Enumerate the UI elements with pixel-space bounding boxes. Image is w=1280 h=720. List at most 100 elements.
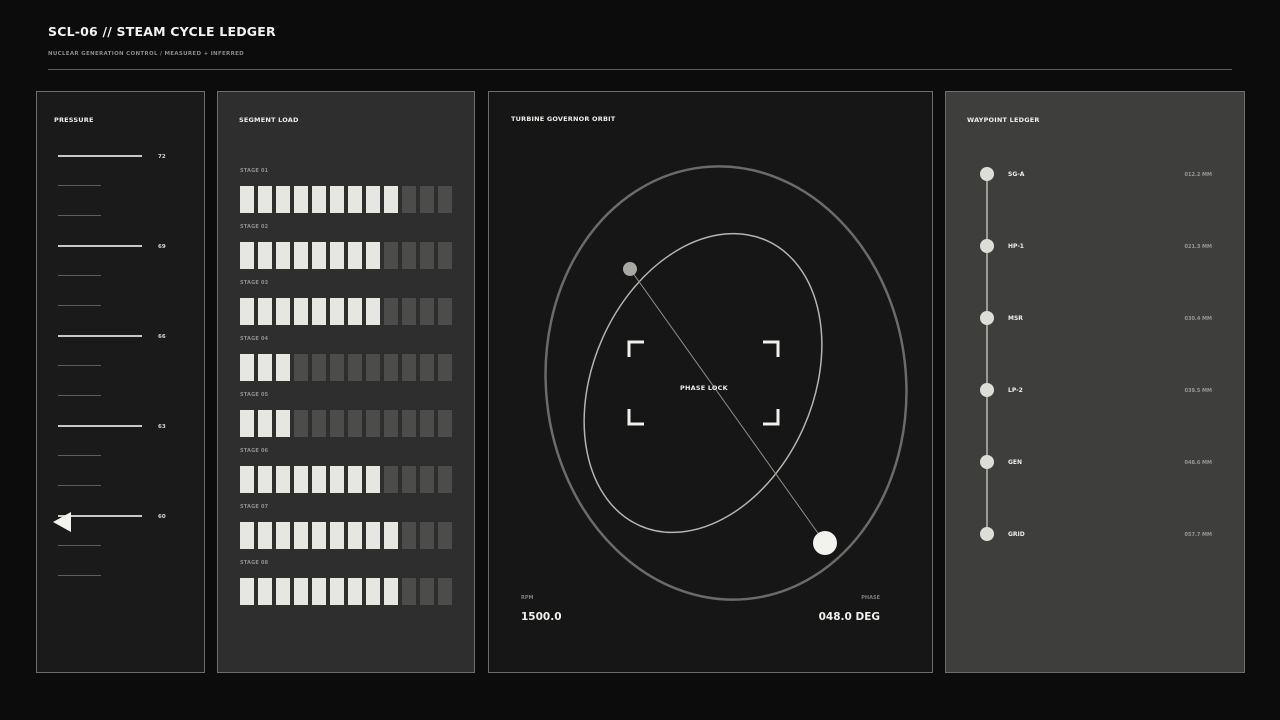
waypoint-node-icon[interactable] <box>980 311 994 325</box>
waypoint-value: 030.4 MM <box>1184 316 1212 322</box>
waypoint-value: 057.7 MM <box>1184 532 1212 538</box>
segment-cell-active <box>294 466 308 493</box>
segment-cell-active <box>240 466 254 493</box>
segment-cell-active <box>240 186 254 213</box>
segment-cell-active <box>276 354 290 381</box>
segment-cell-inactive <box>420 242 434 269</box>
segment-cell-active <box>348 466 362 493</box>
pressure-pointer-icon[interactable] <box>53 512 71 532</box>
segment-cell-inactive <box>402 242 416 269</box>
segment-cell-active <box>258 578 272 605</box>
pressure-minor-tick <box>58 185 101 186</box>
stage-label: STAGE 06 <box>240 448 269 454</box>
segment-cell-active <box>330 522 344 549</box>
stage-label: STAGE 01 <box>240 168 269 174</box>
segment-load-title: SEGMENT LOAD <box>239 116 299 124</box>
segment-cell-active <box>312 242 326 269</box>
orbit-start-node-icon <box>623 262 637 276</box>
segment-cell-active <box>240 522 254 549</box>
segment-cell-inactive <box>384 298 398 325</box>
segment-cell-active <box>276 410 290 437</box>
segment-cell-active <box>240 298 254 325</box>
segment-cell-active <box>258 354 272 381</box>
segment-cell-inactive <box>438 466 452 493</box>
pressure-minor-tick <box>58 395 101 396</box>
waypoint-ledger-panel: WAYPOINT LEDGER SG-A 012.2 MM HP-1 021.3 MM… <box>945 91 1245 673</box>
pressure-panel: PRESSURE 72 69 66 63 60 <box>36 91 205 673</box>
segment-cell-active <box>312 186 326 213</box>
segment-cell-active <box>312 578 326 605</box>
segment-cell-inactive <box>402 186 416 213</box>
segment-cell-active <box>294 522 308 549</box>
segment-cell-active <box>384 522 398 549</box>
segment-cell-active <box>294 578 308 605</box>
pressure-tick-label: 60 <box>158 514 166 520</box>
segment-cell-inactive <box>402 522 416 549</box>
segment-cell-inactive <box>402 578 416 605</box>
segment-cell-inactive <box>294 410 308 437</box>
segment-cell-inactive <box>420 466 434 493</box>
waypoint-value: 039.5 MM <box>1184 388 1212 394</box>
segment-cell-inactive <box>438 578 452 605</box>
segment-cell-active <box>348 298 362 325</box>
segment-cell-active <box>348 186 362 213</box>
waypoint-name: GEN <box>1008 459 1023 466</box>
waypoint-name: HP-1 <box>1008 243 1024 250</box>
segment-cell-active <box>294 298 308 325</box>
segment-cell-inactive <box>420 186 434 213</box>
segment-cell-active <box>330 466 344 493</box>
waypoint-name: SG-A <box>1008 171 1025 178</box>
segment-cell-active <box>330 298 344 325</box>
phase-lock-label: PHASE LOCK <box>680 384 728 392</box>
waypoint-node-icon[interactable] <box>980 167 994 181</box>
waypoint-node-icon[interactable] <box>980 455 994 469</box>
stage-label: STAGE 07 <box>240 504 269 510</box>
segment-cell-active <box>312 298 326 325</box>
segment-cell-active <box>276 298 290 325</box>
segment-cell-inactive <box>420 298 434 325</box>
segment-cell-active <box>258 242 272 269</box>
governor-orbit-diagram <box>544 165 908 601</box>
pressure-major-tick <box>58 155 142 157</box>
stage-label: STAGE 05 <box>240 392 269 398</box>
pressure-minor-tick <box>58 275 101 276</box>
segment-cell-active <box>366 522 380 549</box>
segment-cell-active <box>240 578 254 605</box>
segment-cell-active <box>366 298 380 325</box>
pressure-minor-tick <box>58 215 101 216</box>
segment-cell-inactive <box>420 522 434 549</box>
segment-cell-inactive <box>438 242 452 269</box>
segment-cell-active <box>366 466 380 493</box>
segment-cell-inactive <box>384 354 398 381</box>
rpm-value: 1500.0 <box>521 611 562 623</box>
segment-cell-inactive <box>384 410 398 437</box>
segment-cell-active <box>294 242 308 269</box>
segment-cell-active <box>258 186 272 213</box>
outer-orbit-ring <box>544 165 908 601</box>
pressure-major-tick <box>58 425 142 427</box>
segment-cell-active <box>258 466 272 493</box>
segment-cell-inactive <box>402 466 416 493</box>
waypoint-name: LP-2 <box>1008 387 1023 394</box>
segment-cell-active <box>348 522 362 549</box>
segment-cell-inactive <box>384 466 398 493</box>
waypoint-node-icon[interactable] <box>980 527 994 541</box>
waypoint-node-icon[interactable] <box>980 239 994 253</box>
waypoint-value: 021.3 MM <box>1184 244 1212 250</box>
pressure-tick-label: 69 <box>158 244 166 250</box>
segment-cell-active <box>258 522 272 549</box>
segment-cell-active <box>348 578 362 605</box>
segment-cell-inactive <box>330 354 344 381</box>
bracket-bottom-left-icon <box>627 409 644 426</box>
segment-cell-inactive <box>420 578 434 605</box>
waypoint-node-icon[interactable] <box>980 383 994 397</box>
segment-cell-inactive <box>348 354 362 381</box>
segment-cell-inactive <box>402 354 416 381</box>
pressure-major-tick <box>58 335 142 337</box>
bracket-top-right-icon <box>763 340 780 357</box>
phase-label: PHASE <box>861 595 880 601</box>
segment-cell-inactive <box>384 242 398 269</box>
segment-cell-active <box>348 242 362 269</box>
waypoint-name: GRID <box>1008 531 1025 538</box>
stage-label: STAGE 02 <box>240 224 269 230</box>
